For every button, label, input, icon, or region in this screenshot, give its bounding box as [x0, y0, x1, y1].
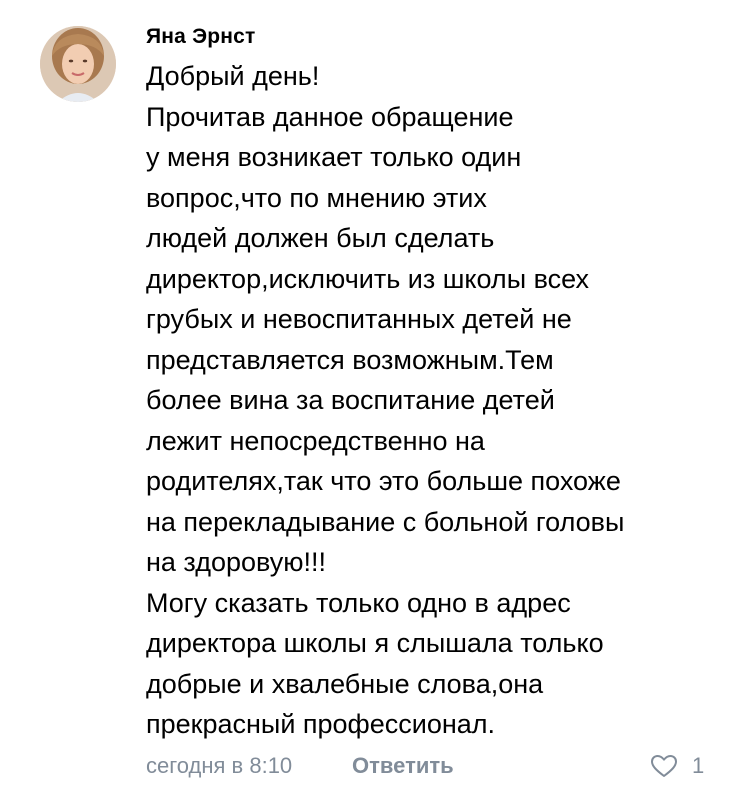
avatar[interactable]: [40, 26, 116, 102]
reply-button[interactable]: Ответить: [352, 748, 454, 784]
comment-text-line: представляется возможным.Тем: [146, 344, 554, 375]
comment-text-line: добрые и хвалебные слова,она: [146, 668, 544, 699]
comment-text-line: грубых и невоспитанных детей не: [146, 304, 572, 334]
timestamp: сегодня в 8:10: [146, 753, 293, 778]
comment-text-line: на перекладывание с больной головы: [146, 506, 625, 537]
comment-text-line: родителях,так что это больше похоже: [146, 466, 621, 496]
comment-text-line: Могу сказать только одно в адрес: [146, 587, 571, 618]
comment-text-line: прекрасный профессионал.: [146, 709, 496, 739]
comment-text-line: директор,исключить из школы всех: [146, 263, 590, 294]
comment-footer: сегодня в 8:10 Ответить 1: [146, 748, 706, 784]
comment-text-line: людей должен был сделать: [146, 223, 495, 253]
like-button[interactable]: 1: [650, 748, 706, 784]
comment-text-line: Прочитав данное обращение: [146, 101, 514, 132]
comment-text-line: более вина за воспитание детей: [146, 385, 555, 415]
heart-icon: [651, 755, 677, 777]
like-count: 1: [692, 753, 705, 778]
comment-text-line: вопрос,что по мнению этих: [146, 182, 487, 213]
avatar-image: [40, 26, 116, 102]
author-name[interactable]: Яна Эрнст: [146, 22, 726, 52]
comment: Яна Эрнст Добрый день! Прочитав данное о…: [0, 0, 741, 800]
comment-text-line: лежит непосредственно на: [146, 425, 485, 456]
comment-text-line: на здоровую!!!: [146, 547, 327, 577]
comment-text: Добрый день! Прочитав данное обращение у…: [146, 56, 726, 745]
comment-text-line: у меня возникает только один: [146, 142, 522, 172]
comment-text-line: Добрый день!: [146, 61, 320, 91]
comment-body: Яна Эрнст Добрый день! Прочитав данное о…: [146, 22, 726, 745]
comment-text-line: директора школы я слышала только: [146, 628, 604, 658]
